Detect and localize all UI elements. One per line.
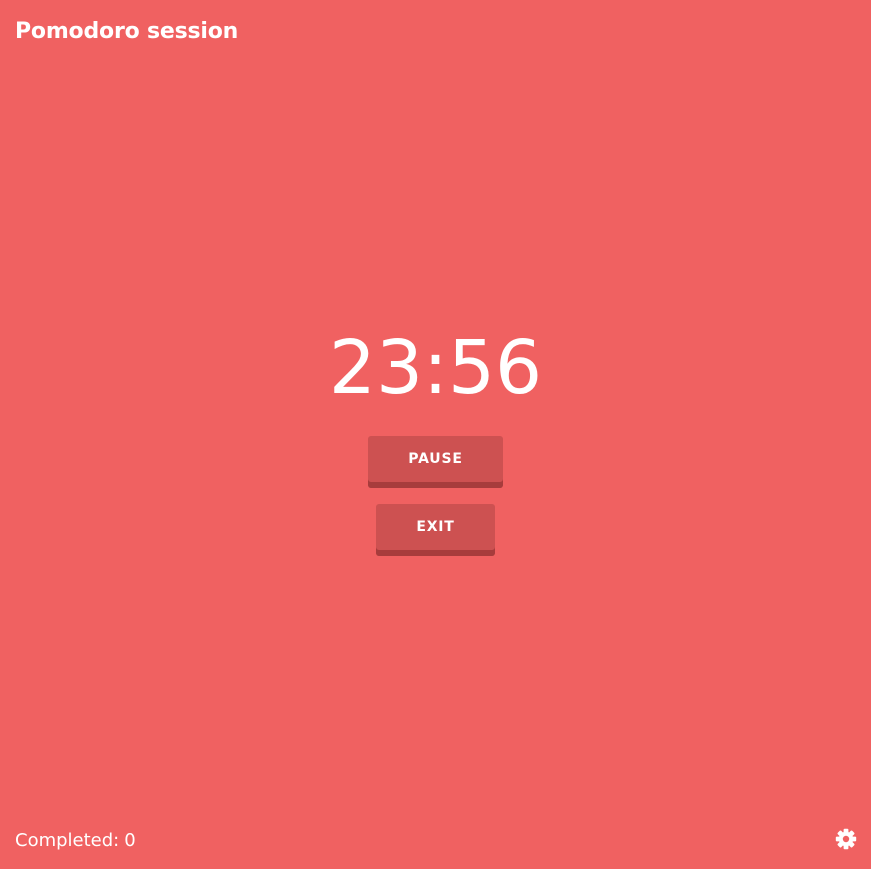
completed-counter: Completed: 0 (15, 828, 136, 854)
pause-button[interactable]: PAUSE (368, 436, 503, 488)
timer-display: 23:56 (328, 325, 543, 411)
gear-icon[interactable] (834, 827, 858, 851)
page-title: Pomodoro session (15, 19, 239, 44)
exit-button[interactable]: EXIT (376, 504, 495, 556)
completed-count: 0 (124, 830, 136, 851)
completed-label: Completed: (15, 830, 120, 851)
gear-icon-graphic (835, 828, 857, 850)
